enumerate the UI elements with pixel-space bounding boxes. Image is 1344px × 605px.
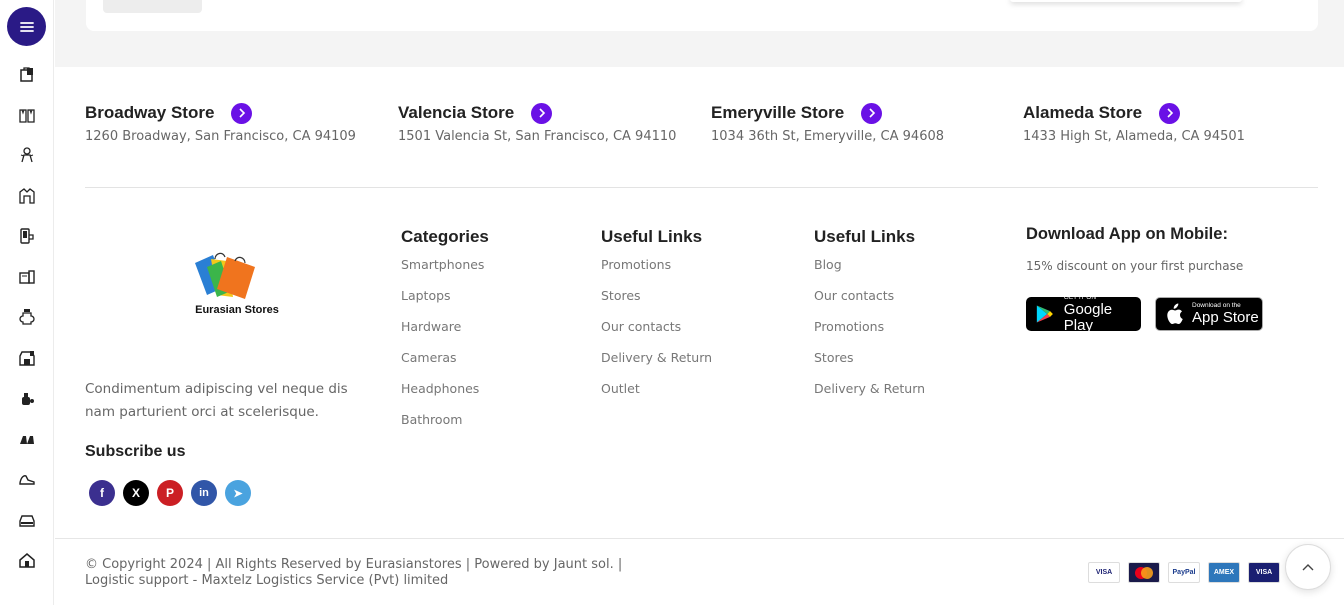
subscribe-title: Subscribe us xyxy=(85,443,186,460)
apple-icon xyxy=(1167,303,1183,324)
footer-link[interactable]: Smartphones xyxy=(401,254,489,285)
store-name: Alameda Store xyxy=(1023,103,1143,122)
payment-methods: VISA PayPal AMEX VISA xyxy=(1088,562,1280,583)
store-address: 1034 36th St, Emeryville, CA 94608 xyxy=(711,129,945,144)
footer-link[interactable]: Our contacts xyxy=(601,316,712,347)
app-store-big-text: App Store xyxy=(1192,309,1259,326)
store-address: 1433 High St, Alameda, CA 94501 xyxy=(1023,129,1245,144)
brand-description: Condimentum adipiscing vel neque dis nam… xyxy=(85,381,348,420)
shopping-bags-logo-icon xyxy=(195,252,255,299)
footer-link[interactable]: Blog xyxy=(814,254,925,285)
shoes-icon[interactable] xyxy=(17,429,37,449)
store-alameda: Alameda Store 1433 High St, Alameda, CA … xyxy=(1023,101,1245,144)
footer-link[interactable]: Laptops xyxy=(401,285,489,316)
arrow-right-icon[interactable] xyxy=(1159,102,1181,124)
store-broadway: Broadway Store 1260 Broadway, San Franci… xyxy=(85,101,356,144)
footer-link[interactable]: Hardware xyxy=(401,316,489,347)
column-title: Useful Links xyxy=(814,227,916,246)
categories-column: Categories Smartphones Laptops Hardware … xyxy=(401,226,489,440)
phone-icon[interactable] xyxy=(17,226,37,246)
footer-link[interactable]: Bathroom xyxy=(401,409,489,440)
divider xyxy=(85,187,1318,188)
useful-links-column-2: Useful Links Blog Our contacts Promotion… xyxy=(814,226,925,409)
facebook-icon[interactable]: f xyxy=(89,480,115,506)
top-card xyxy=(86,0,1318,31)
store-address: 1501 Valencia St, San Francisco, CA 9411… xyxy=(398,129,677,144)
chevron-up-icon xyxy=(1302,564,1314,571)
useful-links-column-1: Useful Links Promotions Stores Our conta… xyxy=(601,226,712,409)
footer-link[interactable]: Promotions xyxy=(601,254,712,285)
google-play-big-text: Google Play xyxy=(1063,301,1113,334)
category-sidebar xyxy=(0,0,54,605)
jacket-icon[interactable] xyxy=(17,186,37,206)
bottom-divider xyxy=(55,538,1344,539)
google-play-button[interactable]: GET IT ON Google Play xyxy=(1026,294,1141,334)
bags-icon[interactable] xyxy=(17,64,37,84)
arrow-right-icon[interactable] xyxy=(531,102,553,124)
app-download-title: Download App on Mobile: xyxy=(1026,225,1228,243)
visa-icon: VISA xyxy=(1088,562,1120,583)
top-card-popover xyxy=(1010,0,1242,2)
store-name: Broadway Store xyxy=(85,103,215,122)
perfume-icon[interactable] xyxy=(17,388,37,408)
column-title: Categories xyxy=(401,227,489,246)
top-card-button[interactable] xyxy=(103,0,202,13)
arrow-right-icon[interactable] xyxy=(231,102,253,124)
column-title: Useful Links xyxy=(601,227,703,246)
store-name: Valencia Store xyxy=(398,103,515,122)
arrow-right-icon[interactable] xyxy=(861,102,883,124)
footer-link[interactable]: Headphones xyxy=(401,378,489,409)
appliance-icon[interactable] xyxy=(17,267,37,287)
footer-link[interactable]: Promotions xyxy=(814,316,925,347)
scroll-to-top-button[interactable] xyxy=(1285,544,1331,590)
mastercard-icon xyxy=(1128,562,1160,583)
linkedin-icon[interactable]: in xyxy=(191,480,217,506)
jar-icon[interactable] xyxy=(17,307,37,327)
home-icon[interactable] xyxy=(17,550,37,570)
clothing-icon[interactable] xyxy=(17,105,37,125)
footer-link[interactable]: Stores xyxy=(601,285,712,316)
menu-button[interactable] xyxy=(7,7,46,46)
x-icon[interactable]: X xyxy=(123,480,149,506)
hamburger-icon xyxy=(19,21,34,32)
store-icon[interactable] xyxy=(17,348,37,368)
car-icon[interactable] xyxy=(17,510,37,530)
footer-link[interactable]: Cameras xyxy=(401,347,489,378)
google-play-icon xyxy=(1036,305,1053,323)
footer-link[interactable]: Stores xyxy=(814,347,925,378)
amex-icon: AMEX xyxy=(1208,562,1240,583)
visa-electron-icon: VISA xyxy=(1248,562,1280,583)
pinterest-icon[interactable]: P xyxy=(157,480,183,506)
footer-link[interactable]: Delivery & Return xyxy=(601,347,712,378)
baby-icon[interactable] xyxy=(17,145,37,165)
paypal-icon: PayPal xyxy=(1168,562,1200,583)
brand-logo[interactable]: Eurasian Stores xyxy=(189,249,285,319)
app-download-subtitle: 15% discount on your first purchase xyxy=(1026,259,1244,273)
footer-link[interactable]: Our contacts xyxy=(814,285,925,316)
app-store-button[interactable]: Download on the App Store xyxy=(1155,297,1263,331)
footer-link[interactable]: Outlet xyxy=(601,378,712,409)
footer-link[interactable]: Delivery & Return xyxy=(814,378,925,409)
copyright-text: © Copyright 2024 | All Rights Reserved b… xyxy=(85,557,623,588)
sneaker-icon[interactable] xyxy=(17,469,37,489)
social-links: f X P in ➤ xyxy=(89,480,251,506)
telegram-icon[interactable]: ➤ xyxy=(225,480,251,506)
store-emeryville: Emeryville Store 1034 36th St, Emeryvill… xyxy=(711,101,944,144)
store-valencia: Valencia Store 1501 Valencia St, San Fra… xyxy=(398,101,676,144)
store-name: Emeryville Store xyxy=(711,103,845,122)
store-address: 1260 Broadway, San Francisco, CA 94109 xyxy=(85,129,356,144)
logo-text: Eurasian Stores xyxy=(195,304,279,316)
